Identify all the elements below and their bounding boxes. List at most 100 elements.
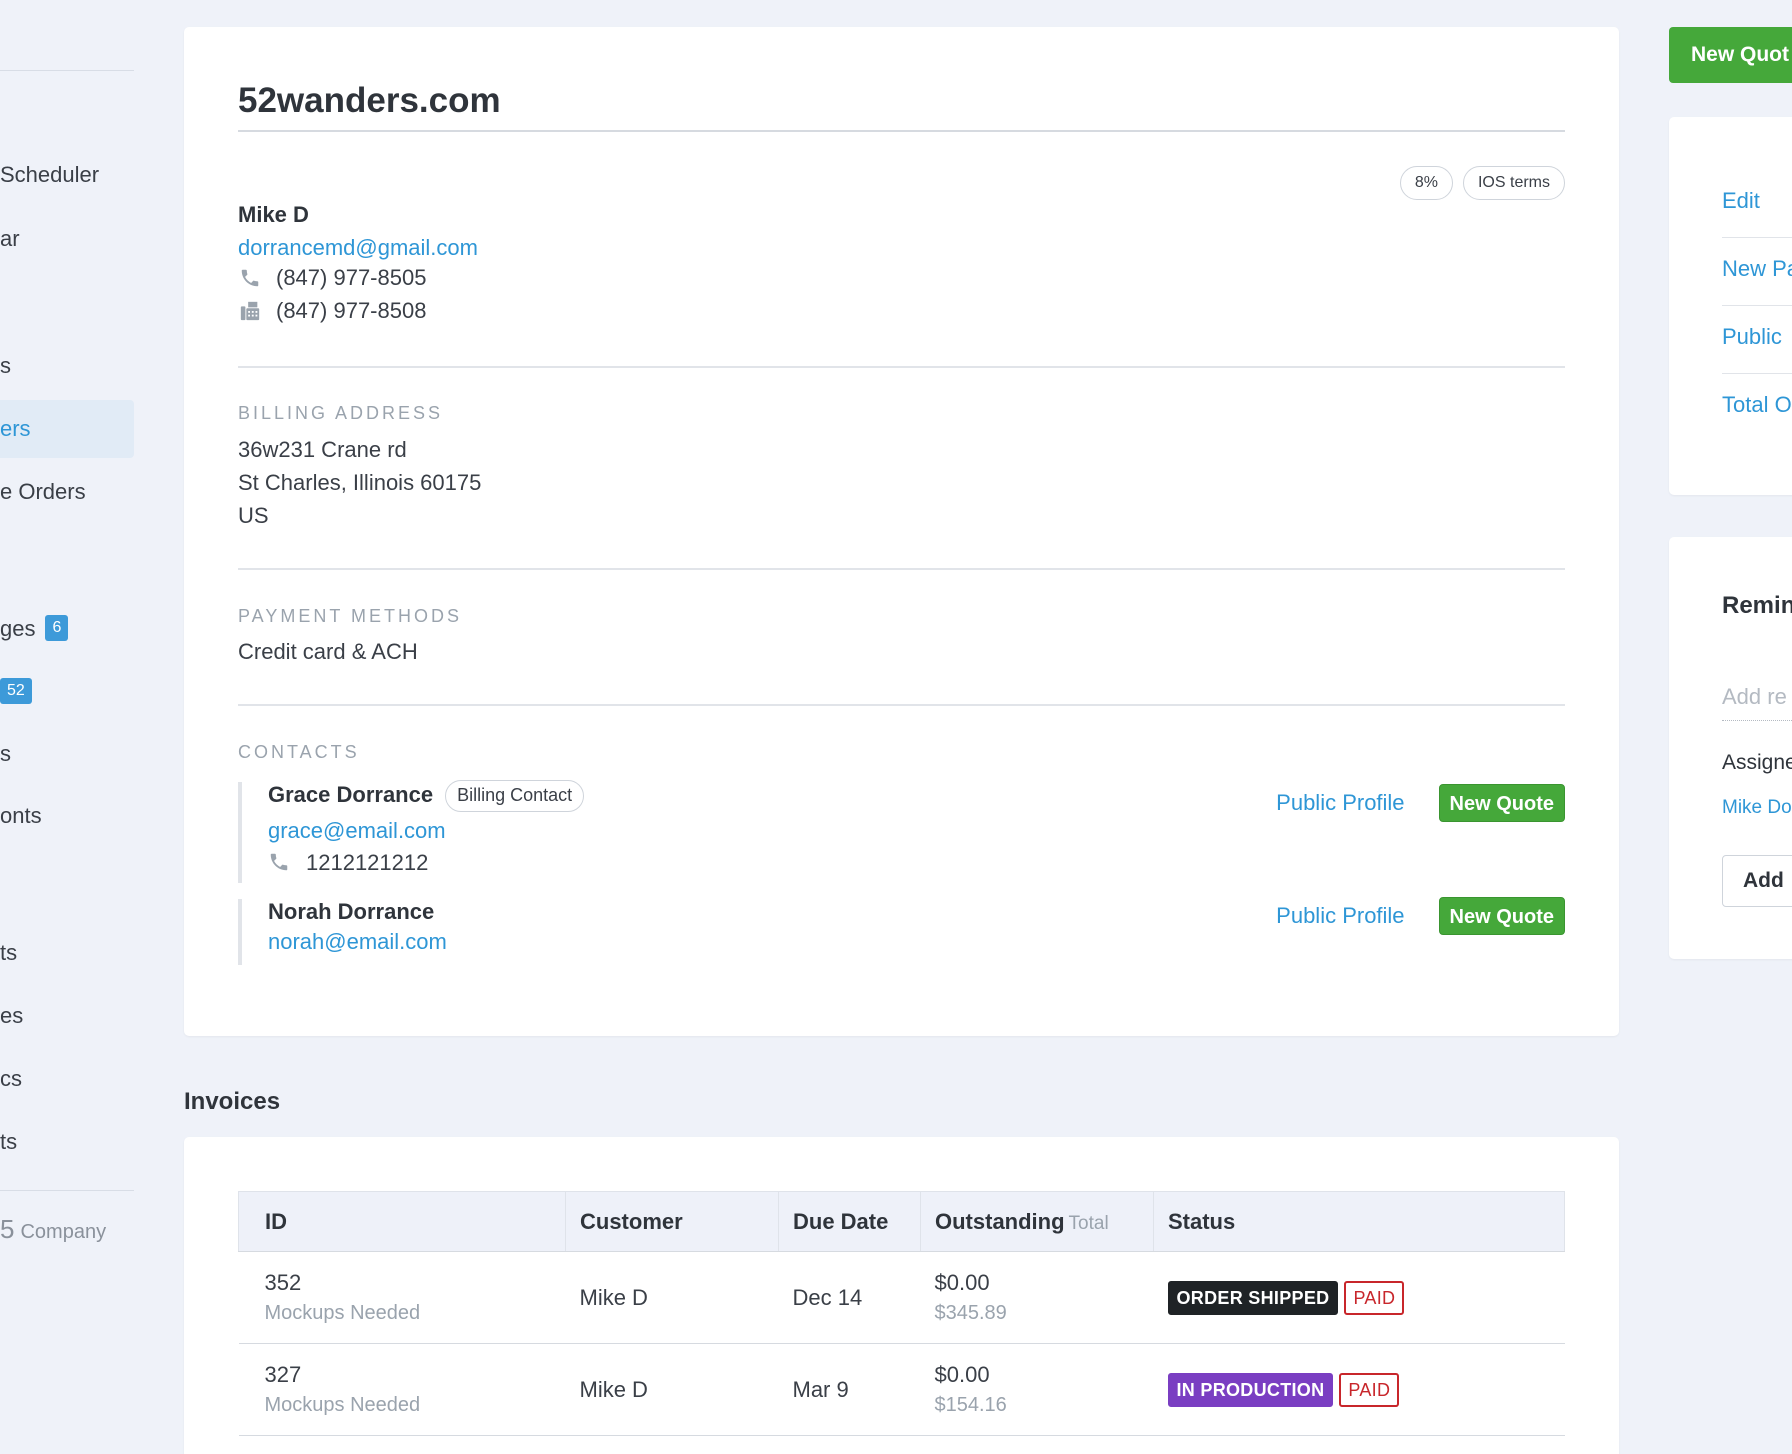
section-divider (238, 568, 1565, 570)
reminders-card: Remin Add re Assigne Mike Do Add (1669, 537, 1792, 959)
sidebar-item[interactable]: 52 (0, 663, 134, 721)
phone-number: (847) 977-8505 (276, 265, 427, 290)
company-label: Company (20, 1221, 107, 1243)
billing-address-label: BILLING ADDRESS (238, 403, 444, 423)
contact-card: Grace Dorrance Billing Contact grace@emai… (238, 780, 1565, 883)
public-profile-link[interactable]: Public Profile (1276, 903, 1404, 929)
sidebar-item[interactable]: s (0, 337, 134, 395)
due-date-cell: Mar 9 (778, 1343, 921, 1436)
header-sublabel: Total (1068, 1212, 1109, 1234)
sidebar-item[interactable]: ers (0, 400, 134, 458)
invoice-id-cell: 352 Mockups Needed (238, 1251, 566, 1344)
sidebar-item-label: ges (0, 616, 36, 641)
new-quote-button[interactable]: New Quot (1669, 27, 1792, 83)
total-amount: $345.89 (934, 1302, 1007, 1324)
divider (1722, 373, 1792, 374)
sidebar-item-label: cs (0, 1066, 22, 1091)
payment-methods-value: Credit card & ACH (238, 639, 418, 664)
new-payment-link[interactable]: New Pa (1722, 256, 1792, 282)
outstanding-amount: $0.00 (934, 1362, 990, 1387)
company-number: 5 (0, 1214, 15, 1244)
total-orders-link[interactable]: Total O (1722, 392, 1792, 418)
divider (1722, 305, 1792, 306)
contact-actions: Public Profile New Quote (1276, 897, 1565, 935)
customer-phone: (847) 977-8505 (238, 265, 426, 291)
invoices-card: ID Customer Due Date Outstanding Total St… (184, 1137, 1619, 1454)
column-header-id[interactable]: ID (238, 1191, 566, 1252)
column-header-status[interactable]: Status (1153, 1191, 1565, 1252)
order-status-badge: IN PRODUCTION (1167, 1372, 1334, 1407)
invoice-id[interactable]: 352 (265, 1270, 302, 1295)
invoice-note: Mockups Needed (264, 1394, 421, 1416)
edit-link[interactable]: Edit (1722, 188, 1760, 214)
address-line: 36w231 Crane rd (238, 437, 407, 462)
outstanding-amount: $0.00 (934, 1270, 990, 1295)
add-reminder-button[interactable]: Add (1722, 855, 1792, 907)
sidebar-item-label: ers (0, 416, 31, 441)
new-quote-button[interactable]: New Quote (1438, 897, 1565, 935)
page-title: 52wanders.com (238, 81, 501, 120)
sidebar-item[interactable]: cs (0, 1050, 134, 1108)
divider (1722, 237, 1792, 238)
header-label: ID (265, 1208, 287, 1234)
sidebar-item-label: Scheduler (0, 162, 100, 187)
sidebar-item[interactable]: ts (0, 924, 134, 982)
column-header-due-date[interactable]: Due Date (778, 1191, 921, 1252)
tax-rate-tag[interactable]: 8% (1399, 166, 1453, 200)
sidebar-item[interactable]: ges 6 (0, 600, 134, 658)
sidebar-item[interactable]: ts (0, 1113, 134, 1171)
outstanding-cell: $0.00 $345.89 (920, 1251, 1154, 1344)
public-profile-link[interactable]: Public (1722, 324, 1782, 350)
fax-icon (238, 299, 262, 323)
customer-fax: (847) 977-8508 (238, 298, 426, 324)
table-header-row: ID Customer Due Date Outstanding Total St… (238, 1191, 1565, 1252)
billing-address: 36w231 Crane rd St Charles, Illinois 601… (238, 433, 481, 532)
column-header-outstanding[interactable]: Outstanding Total (920, 1191, 1154, 1252)
sidebar-item-label: ar (0, 226, 20, 251)
contact-name: Grace Dorrance (268, 782, 434, 808)
payment-status-badge: PAID (1344, 1280, 1405, 1315)
invoices-table: ID Customer Due Date Outstanding Total St… (238, 1191, 1565, 1436)
sidebar-item-label: ts (0, 1129, 18, 1154)
address-line: US (238, 503, 269, 528)
title-divider (238, 130, 1565, 132)
table-row[interactable]: 352 Mockups Needed Mike D Dec 14 $0.00 $34… (238, 1251, 1565, 1344)
payment-status-badge: PAID (1339, 1372, 1400, 1407)
invoice-id[interactable]: 327 (265, 1362, 302, 1387)
assignee-label: Assigne (1722, 751, 1792, 774)
customer-email-link[interactable]: dorrancemd@gmail.com (238, 235, 478, 261)
table-row[interactable]: 327 Mockups Needed Mike D Mar 9 $0.00 $154… (238, 1343, 1565, 1436)
order-status-badge: ORDER SHIPPED (1167, 1280, 1339, 1315)
header-label: Status (1168, 1208, 1236, 1234)
status-cell: ORDER SHIPPED PAID (1153, 1251, 1565, 1344)
sidebar-company[interactable]: 5 Company (0, 1214, 106, 1245)
sidebar-item[interactable]: Scheduler (0, 146, 134, 204)
assignee-select[interactable]: Mike Do (1722, 797, 1792, 819)
public-profile-link[interactable]: Public Profile (1276, 790, 1404, 816)
actions-card: Edit New Pa Public Total O (1669, 117, 1792, 495)
sidebar-item[interactable]: s (0, 725, 134, 783)
fax-number: (847) 977-8508 (276, 298, 427, 323)
sidebar-item[interactable]: onts (0, 787, 134, 845)
sidebar-item[interactable]: e Orders (0, 463, 134, 521)
column-header-customer[interactable]: Customer (565, 1191, 779, 1252)
reminder-input[interactable]: Add re (1722, 684, 1792, 721)
sidebar-item-label: es (0, 1003, 24, 1028)
due-date-cell: Dec 14 (778, 1251, 921, 1344)
outstanding-cell: $0.00 $154.16 (920, 1343, 1154, 1436)
sidebar-divider (0, 70, 134, 71)
count-badge: 6 (45, 615, 69, 642)
phone-icon (238, 266, 262, 290)
sidebar-divider (0, 1190, 134, 1191)
sidebar-item-label: onts (0, 803, 42, 828)
phone-icon (268, 851, 292, 875)
customer-tags: 8% IOS terms (1399, 166, 1565, 200)
sidebar-item[interactable]: es (0, 987, 134, 1045)
billing-contact-badge: Billing Contact (445, 780, 585, 812)
customer-name: Mike D (238, 202, 309, 227)
sidebar-item[interactable]: ar (0, 210, 134, 268)
header-label: Due Date (793, 1208, 889, 1234)
new-quote-button[interactable]: New Quote (1438, 784, 1565, 822)
customer-card: 52wanders.com 8% IOS terms Mike D dorran… (184, 27, 1619, 1036)
terms-tag[interactable]: IOS terms (1462, 166, 1565, 200)
